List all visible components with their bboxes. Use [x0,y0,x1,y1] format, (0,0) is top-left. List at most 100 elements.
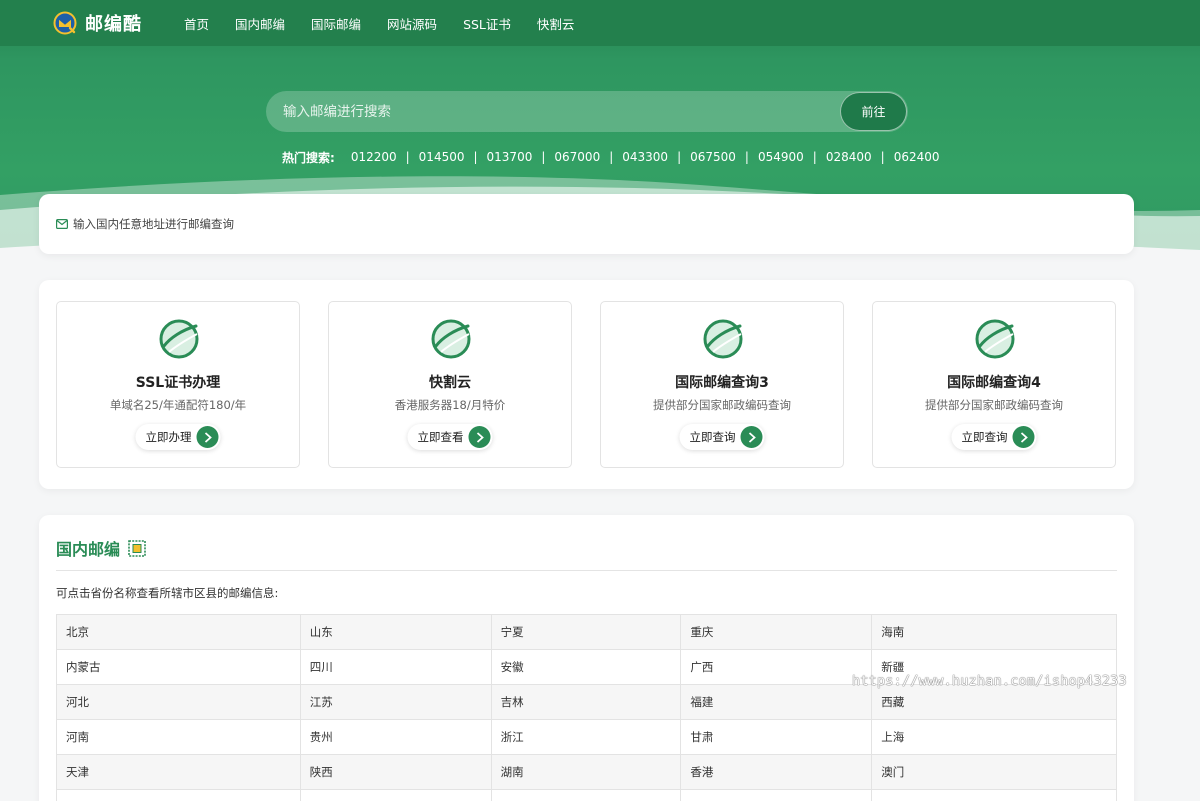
hot-search-item[interactable]: 014500 [419,150,465,164]
address-query-text: 输入国内任意地址进行邮编查询 [73,217,234,231]
chevron-right-icon [740,426,763,448]
service-action-button[interactable]: 立即查看 [407,424,493,450]
hot-search-label: 热门搜索: [282,150,335,165]
service-action-button[interactable]: 立即办理 [135,424,221,450]
service-action-label: 立即查看 [417,430,464,444]
chevron-right-icon [468,426,491,448]
section-divider [56,570,1117,571]
service-action-label: 立即查询 [689,430,736,444]
chevron-right-icon [1012,426,1035,448]
province-cell[interactable]: 安徽 [490,649,682,685]
nav-domestic-postcode[interactable]: 国内邮编 [235,14,285,33]
province-cell[interactable]: 香港 [680,754,873,790]
service-action-label: 立即查询 [961,430,1008,444]
hot-search-item[interactable]: 062400 [894,150,940,164]
service-desc: 提供部分国家邮政编码查询 [653,398,791,412]
province-cell[interactable]: 上海 [871,719,1117,755]
province-cell[interactable]: 宁夏 [490,614,682,650]
service-card-ssl: SSL证书办理 单域名25/年通配符180/年 立即办理 [56,301,300,468]
search-go-button[interactable]: 前往 [840,92,907,131]
service-action-button[interactable]: 立即查询 [679,424,765,450]
section-title: 国内邮编 [56,536,146,560]
table-row: 天津 陕西 湖南 香港 澳门 [56,754,1117,790]
service-card-intl-3: 国际邮编查询3 提供部分国家邮政编码查询 立即查询 [600,301,844,468]
nav-kuaigeyun[interactable]: 快割云 [537,14,575,33]
planet-icon [703,319,743,359]
province-cell[interactable]: 浙江 [490,719,682,755]
province-cell[interactable]: 河南 [56,719,301,755]
planet-icon [975,319,1015,359]
province-cell[interactable]: 重庆 [680,614,873,650]
province-cell[interactable]: 陕西 [299,754,492,790]
hot-searches: 热门搜索: 012200 | 014500 | 013700 | 067000 | 04… [282,150,940,165]
stamp-icon [128,539,146,557]
hot-search-item[interactable]: 043300 [622,150,668,164]
top-nav: 邮编酷 首页 国内邮编 国际邮编 网站源码 SSL证书 快割云 [0,0,1200,46]
section-title-text: 国内邮编 [56,540,121,559]
province-cell[interactable] [680,789,873,801]
province-cell[interactable]: 湖南 [490,754,682,790]
address-query-card: 输入国内任意地址进行邮编查询 [39,194,1134,254]
service-title: 快割云 [429,375,471,391]
province-cell[interactable]: 江苏 [299,684,492,720]
province-cell[interactable] [56,789,301,801]
service-title: 国际邮编查询4 [947,375,1041,391]
hot-search-item[interactable]: 012200 [351,150,397,164]
province-cell[interactable] [871,789,1117,801]
nav-international-postcode[interactable]: 国际邮编 [311,14,361,33]
table-row: 河南 贵州 浙江 甘肃 上海 [56,719,1117,755]
province-cell[interactable] [299,789,492,801]
province-cell[interactable]: 西藏 [871,684,1117,720]
province-table: 北京 山东 宁夏 重庆 海南 内蒙古 四川 安徽 广西 新疆 河北 江苏 吉林 … [56,614,1117,801]
envelope-icon [56,219,68,229]
services-panel: SSL证书办理 单域名25/年通配符180/年 立即办理 快割云 香港服务器18… [39,280,1134,489]
service-card-intl-4: 国际邮编查询4 提供部分国家邮政编码查询 立即查询 [872,301,1116,468]
service-desc: 单域名25/年通配符180/年 [109,398,247,412]
province-cell[interactable]: 海南 [871,614,1117,650]
nav-menu: 首页 国内邮编 国际邮编 网站源码 SSL证书 快割云 [184,0,574,46]
search-input[interactable] [266,91,836,132]
nav-ssl[interactable]: SSL证书 [463,14,511,33]
service-title: 国际邮编查询3 [675,375,769,391]
table-row: 北京 山东 宁夏 重庆 海南 [56,614,1117,650]
search-bar: 前往 [266,91,908,132]
province-cell[interactable]: 内蒙古 [56,649,301,685]
service-card-kuaigeyun: 快割云 香港服务器18/月特价 立即查看 [328,301,572,468]
address-query-link[interactable]: 输入国内任意地址进行邮编查询 [56,216,234,232]
hot-search-item[interactable]: 028400 [826,150,872,164]
hot-search-item[interactable]: 067500 [690,150,736,164]
province-cell[interactable]: 澳门 [871,754,1117,790]
planet-icon [159,319,199,359]
service-action-label: 立即办理 [145,430,192,444]
province-cell[interactable]: 北京 [56,614,301,650]
hot-search-item[interactable]: 054900 [758,150,804,164]
brand-logo[interactable]: 邮编酷 [53,10,142,36]
province-cell[interactable]: 吉林 [490,684,682,720]
hot-search-item[interactable]: 067000 [554,150,600,164]
watermark-text: https://www.huzhan.com/ishop43233 [852,673,1127,689]
province-cell[interactable]: 福建 [680,684,873,720]
logo-icon [53,11,77,35]
brand-name: 邮编酷 [85,14,142,35]
table-row: 河北 江苏 吉林 福建 西藏 [56,684,1117,720]
province-cell[interactable] [490,789,682,801]
domestic-postcode-panel: 国内邮编 可点击省份名称查看所辖市区县的邮编信息: 北京 山东 宁夏 重庆 海南… [39,515,1134,801]
table-row [56,789,1117,801]
province-cell[interactable]: 四川 [299,649,492,685]
section-note: 可点击省份名称查看所辖市区县的邮编信息: [56,586,279,600]
nav-site-source[interactable]: 网站源码 [387,14,437,33]
service-desc: 香港服务器18/月特价 [394,398,506,412]
province-cell[interactable]: 天津 [56,754,301,790]
service-action-button[interactable]: 立即查询 [951,424,1037,450]
service-title: SSL证书办理 [135,375,221,391]
planet-icon [431,319,471,359]
province-cell[interactable]: 山东 [299,614,492,650]
province-cell[interactable]: 甘肃 [680,719,873,755]
nav-home[interactable]: 首页 [184,14,209,33]
province-cell[interactable]: 河北 [56,684,301,720]
chevron-right-icon [196,426,219,448]
hot-search-item[interactable]: 013700 [487,150,533,164]
province-cell[interactable]: 贵州 [299,719,492,755]
service-desc: 提供部分国家邮政编码查询 [925,398,1063,412]
province-cell[interactable]: 广西 [680,649,873,685]
